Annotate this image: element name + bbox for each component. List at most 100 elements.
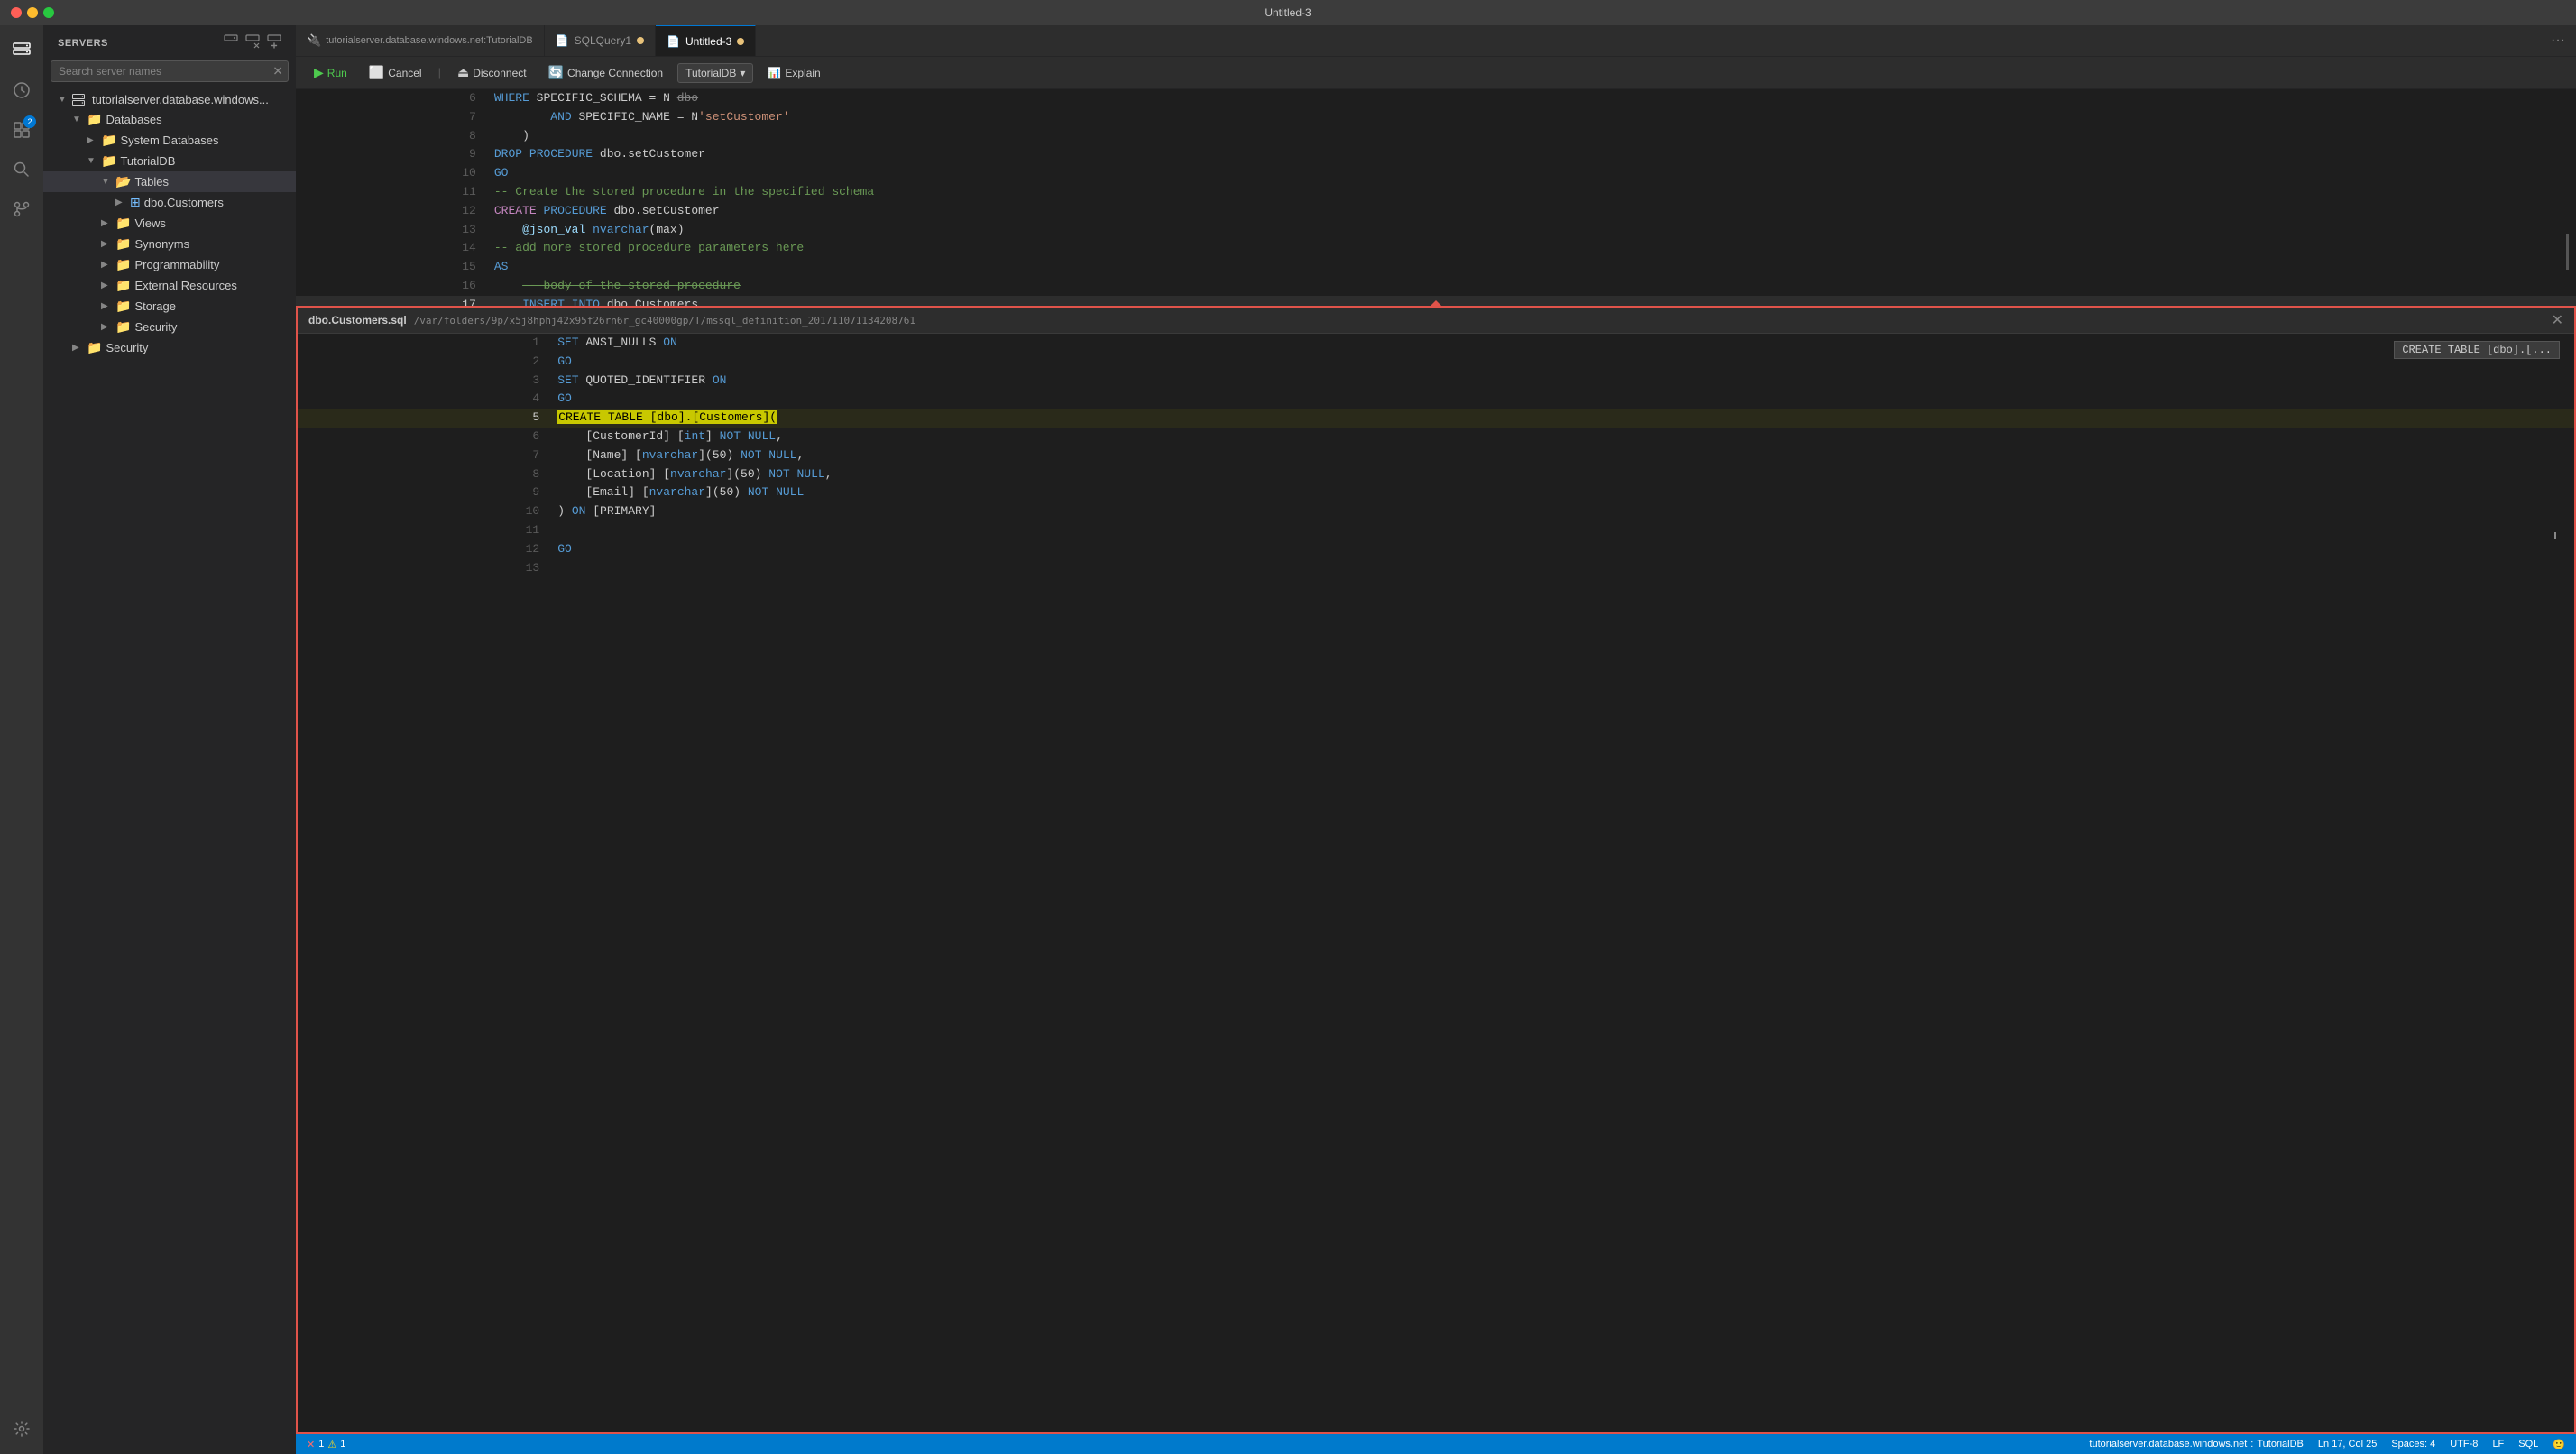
peek-cursor — [2554, 532, 2556, 539]
tab-bar: 🔌 tutorialserver.database.windows.net:Tu… — [296, 25, 2576, 57]
server-icon — [72, 92, 85, 106]
code-line-10: 10 GO — [296, 164, 2576, 183]
tree-arrow-server: ▼ — [58, 95, 72, 105]
search-activity-icon[interactable] — [4, 152, 40, 188]
tree-system-databases[interactable]: ▶ 📁 System Databases — [43, 130, 296, 151]
tree-arrow-views: ▶ — [101, 218, 115, 228]
add-server-icon[interactable] — [267, 34, 281, 51]
tree-arrow-databases: ▼ — [72, 115, 87, 124]
peek-hint-box: CREATE TABLE [dbo].[... — [2394, 341, 2560, 359]
run-button[interactable]: ▶ Run — [307, 62, 354, 83]
tree-tutorialdb[interactable]: ▼ 📁 TutorialDB — [43, 151, 296, 171]
peek-line-10: 10 ) ON [PRIMARY] — [298, 502, 2574, 521]
status-encoding[interactable]: UTF-8 — [2450, 1439, 2478, 1449]
sidebar-header: SERVERS — [43, 25, 296, 57]
tutorialdb-label: TutorialDB — [120, 154, 175, 168]
server-tree: ▼ tutorialserver.database.windows... ▼ 📁… — [43, 89, 296, 1454]
code-line-8: 8 ) — [296, 127, 2576, 146]
minimize-button[interactable] — [27, 7, 38, 18]
table-icon: ⊞ — [130, 195, 141, 210]
peek-code-editor[interactable]: CREATE TABLE [dbo].[... 1 SET ANSI_NULLS… — [298, 334, 2574, 1432]
tab-sqlquery1[interactable]: 📄 SQLQuery1 — [545, 25, 656, 56]
dropdown-arrow-icon: ▾ — [740, 67, 745, 79]
system-databases-label: System Databases — [120, 133, 218, 147]
databases-folder-icon: 📁 — [87, 112, 102, 127]
tree-databases[interactable]: ▼ 📁 Databases — [43, 109, 296, 130]
tree-customers-table[interactable]: ▶ ⊞ dbo.Customers — [43, 192, 296, 213]
untitled3-tab-icon: 📄 — [667, 35, 680, 48]
status-position[interactable]: Ln 17, Col 25 — [2318, 1439, 2377, 1449]
explain-label: Explain — [785, 67, 820, 79]
new-connection-icon[interactable] — [224, 34, 238, 51]
maximize-button[interactable] — [43, 7, 54, 18]
peek-triangle — [1429, 300, 1443, 308]
tree-synonyms[interactable]: ▶ 📁 Synonyms — [43, 234, 296, 254]
history-activity-icon[interactable] — [4, 72, 40, 108]
tree-arrow-synonyms: ▶ — [101, 239, 115, 249]
status-eol[interactable]: LF — [2492, 1439, 2504, 1449]
tree-programmability[interactable]: ▶ 📁 Programmability — [43, 254, 296, 275]
database-selector[interactable]: TutorialDB ▾ — [677, 63, 753, 83]
editor-area: 6 WHERE SPECIFIC_SCHEMA = N dbo 7 AND SP… — [296, 89, 2576, 1434]
window-controls[interactable] — [11, 7, 54, 18]
explain-icon: 📊 — [768, 67, 781, 79]
source-control-activity-icon[interactable] — [4, 191, 40, 227]
close-button[interactable] — [11, 7, 22, 18]
tree-server-node[interactable]: ▼ tutorialserver.database.windows... — [43, 89, 296, 109]
peek-code-lines: 1 SET ANSI_NULLS ON 2 GO 3 SET QUOTED_ID… — [298, 334, 2574, 577]
settings-activity-icon[interactable] — [4, 1411, 40, 1447]
tree-external-resources[interactable]: ▶ 📁 External Resources — [43, 275, 296, 296]
sqlquery1-tab-icon: 📄 — [556, 34, 569, 47]
database-name: TutorialDB — [685, 67, 736, 79]
external-resources-folder-icon: 📁 — [115, 278, 131, 293]
peek-line-3: 3 SET QUOTED_IDENTIFIER ON — [298, 372, 2574, 391]
programmability-folder-icon: 📁 — [115, 257, 131, 272]
tab-connection[interactable]: 🔌 tutorialserver.database.windows.net:Tu… — [296, 25, 545, 56]
scroll-indicator — [2566, 234, 2569, 270]
status-language[interactable]: SQL — [2518, 1439, 2538, 1449]
code-line-16: 16 -- body of the stored procedure — [296, 277, 2576, 296]
tab-untitled3[interactable]: 📄 Untitled-3 — [656, 25, 756, 56]
tutorialdb-icon: 📁 — [101, 153, 116, 169]
tree-security-server[interactable]: ▶ 📁 Security — [43, 337, 296, 358]
status-errors[interactable]: ✕ 1 ⚠ 1 — [307, 1439, 345, 1450]
change-connection-label: Change Connection — [567, 67, 663, 79]
disconnect-button[interactable]: ⏏ Disconnect — [450, 62, 534, 83]
tree-tables[interactable]: ▼ 📂 Tables — [43, 171, 296, 192]
warning-count: 1 — [340, 1439, 345, 1449]
search-box[interactable]: ✕ — [51, 60, 289, 82]
cancel-icon: ⬜ — [369, 65, 384, 80]
connections-activity-icon[interactable]: 2 — [4, 112, 40, 148]
status-left: ✕ 1 ⚠ 1 — [307, 1439, 345, 1450]
servers-activity-icon[interactable] — [4, 32, 40, 69]
code-line-7: 7 AND SPECIFIC_NAME = N'setCustomer' — [296, 108, 2576, 127]
explain-button[interactable]: 📊 Explain — [760, 64, 827, 82]
search-input[interactable] — [51, 60, 289, 82]
tree-views[interactable]: ▶ 📁 Views — [43, 213, 296, 234]
peek-close-button[interactable]: ✕ — [2552, 311, 2563, 329]
tree-security-db[interactable]: ▶ 📁 Security — [43, 317, 296, 337]
status-smiley[interactable]: 🙂 — [2553, 1439, 2565, 1450]
change-connection-button[interactable]: 🔄 Change Connection — [541, 62, 671, 83]
connection-bar: ▶ Run ⬜ Cancel | ⏏ Disconnect 🔄 Change C… — [296, 57, 2576, 89]
status-spaces[interactable]: Spaces: 4 — [2391, 1439, 2435, 1449]
tab-more-button[interactable]: ··· — [2540, 32, 2576, 49]
tree-arrow-prog: ▶ — [101, 260, 115, 270]
storage-folder-icon: 📁 — [115, 299, 131, 314]
tree-arrow-storage: ▶ — [101, 301, 115, 311]
databases-label: Databases — [106, 113, 161, 126]
code-line-9: 9 DROP PROCEDURE dbo.setCustomer — [296, 145, 2576, 164]
tree-arrow-ext: ▶ — [101, 281, 115, 290]
disconnect-icon[interactable] — [245, 34, 260, 51]
tree-arrow-tables: ▼ — [101, 177, 115, 187]
tables-label: Tables — [134, 175, 169, 189]
change-connection-icon: 🔄 — [548, 65, 564, 80]
cancel-button[interactable]: ⬜ Cancel — [362, 62, 429, 83]
code-line-15: 15 AS — [296, 258, 2576, 277]
peek-panel: dbo.Customers.sql /var/folders/9p/x5j8hp… — [296, 306, 2576, 1434]
status-server-db[interactable]: tutorialserver.database.windows.net : Tu… — [2089, 1439, 2304, 1449]
activity-bar: 2 — [0, 25, 43, 1454]
tree-storage[interactable]: ▶ 📁 Storage — [43, 296, 296, 317]
connections-badge: 2 — [23, 115, 36, 128]
search-clear-icon[interactable]: ✕ — [272, 64, 283, 79]
